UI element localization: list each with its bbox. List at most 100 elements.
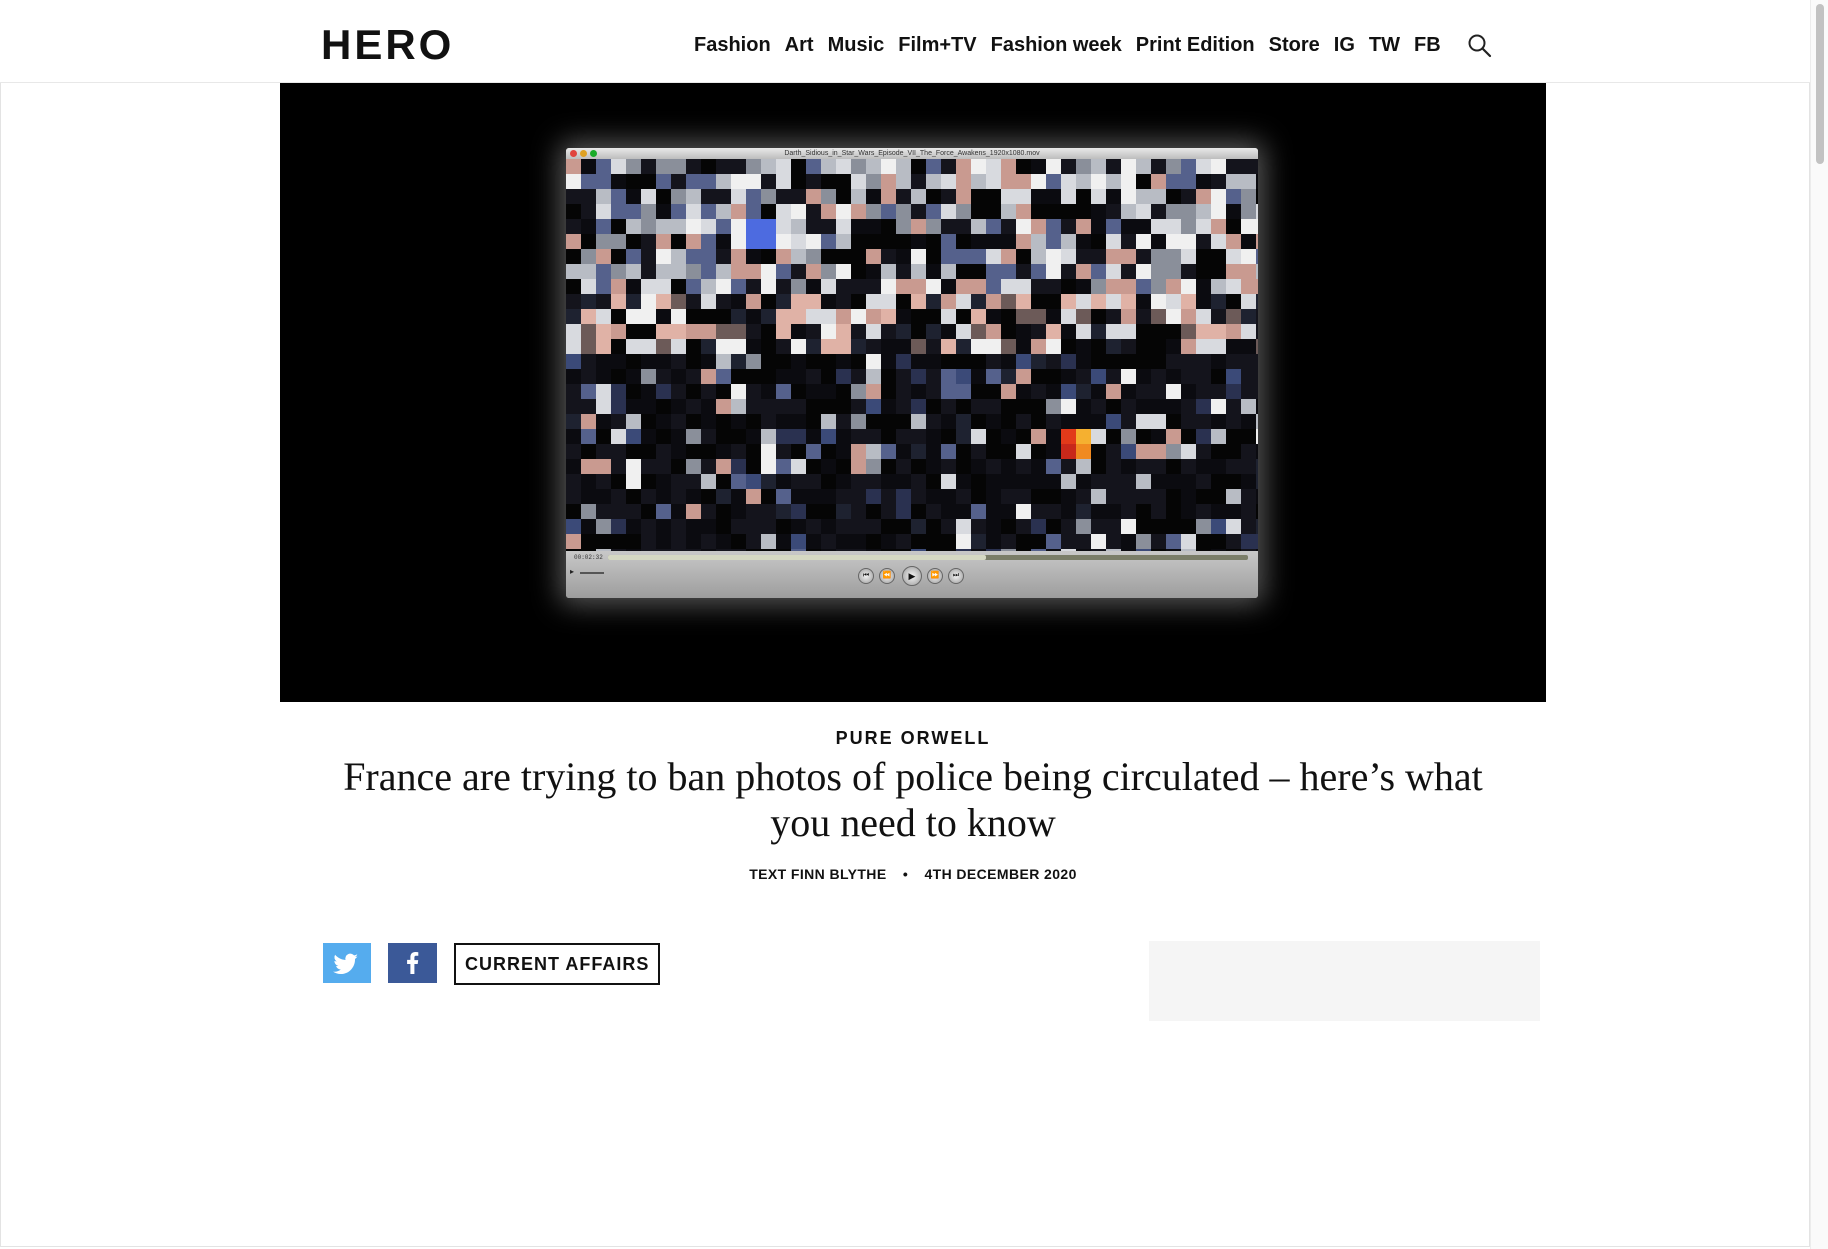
nav-item-film-tv[interactable]: Film+TV xyxy=(898,30,976,60)
mosaic-pixel xyxy=(1076,459,1091,474)
mosaic-pixel xyxy=(986,219,1001,234)
mosaic-pixel xyxy=(1001,204,1016,219)
mosaic-pixel xyxy=(701,489,716,504)
nav-item-art[interactable]: Art xyxy=(785,30,814,60)
mosaic-pixel xyxy=(821,504,836,519)
mosaic-pixel xyxy=(611,369,626,384)
mosaic-pixel xyxy=(971,189,986,204)
nav-item-print-edition[interactable]: Print Edition xyxy=(1136,30,1255,60)
mosaic-pixel xyxy=(641,174,656,189)
mosaic-pixel xyxy=(566,384,581,399)
mosaic-pixel xyxy=(896,189,911,204)
mosaic-pixel xyxy=(701,174,716,189)
mosaic-pixel xyxy=(1076,354,1091,369)
nav-item-music[interactable]: Music xyxy=(828,30,885,60)
mosaic-pixel xyxy=(701,399,716,414)
nav-item-tw[interactable]: TW xyxy=(1369,30,1400,60)
mosaic-pixel xyxy=(641,159,656,174)
mosaic-pixel xyxy=(641,234,656,249)
mosaic-pixel xyxy=(866,279,881,294)
mosaic-pixel xyxy=(641,504,656,519)
mosaic-pixel xyxy=(1091,519,1106,534)
mosaic-pixel xyxy=(1031,294,1046,309)
mosaic-pixel xyxy=(686,384,701,399)
mosaic-pixel xyxy=(1151,324,1166,339)
mosaic-pixel xyxy=(1046,444,1061,459)
mosaic-pixel xyxy=(1211,504,1226,519)
mosaic-pixel xyxy=(1196,459,1211,474)
mosaic-pixel xyxy=(926,264,941,279)
mosaic-pixel xyxy=(821,489,836,504)
mosaic-pixel xyxy=(1211,489,1226,504)
mosaic-pixel xyxy=(941,219,956,234)
mosaic-pixel xyxy=(746,174,761,189)
skip-back-icon: ⏮ xyxy=(858,568,874,584)
mosaic-pixel xyxy=(941,279,956,294)
nav-item-fb[interactable]: FB xyxy=(1414,30,1441,60)
mosaic-pixel xyxy=(1256,504,1258,519)
mosaic-pixel xyxy=(716,234,731,249)
mosaic-pixel xyxy=(926,279,941,294)
facebook-share-button[interactable] xyxy=(388,943,437,983)
mosaic-pixel xyxy=(746,474,761,489)
mosaic-pixel xyxy=(1016,264,1031,279)
article-kicker[interactable]: PURE ORWELL xyxy=(280,728,1546,749)
mosaic-pixel xyxy=(956,189,971,204)
mosaic-pixel xyxy=(701,459,716,474)
mosaic-pixel xyxy=(1151,234,1166,249)
mosaic-pixel xyxy=(596,429,611,444)
mosaic-pixel xyxy=(881,414,896,429)
mosaic-pixel xyxy=(836,324,851,339)
mosaic-pixel xyxy=(1001,354,1016,369)
mosaic-pixel xyxy=(1226,219,1241,234)
mosaic-pixel xyxy=(986,414,1001,429)
mosaic-pixel xyxy=(971,504,986,519)
mosaic-pixel xyxy=(836,429,851,444)
mosaic-pixel xyxy=(986,324,1001,339)
mosaic-pixel xyxy=(851,519,866,534)
mosaic-pixel xyxy=(746,309,761,324)
mosaic-pixel xyxy=(1106,444,1121,459)
mosaic-pixel xyxy=(911,534,926,549)
mosaic-pixel xyxy=(776,384,791,399)
mosaic-pixel xyxy=(1181,399,1196,414)
mosaic-pixel xyxy=(851,399,866,414)
mosaic-pixel xyxy=(896,279,911,294)
mosaic-pixel xyxy=(911,234,926,249)
page-scrollbar[interactable] xyxy=(1810,0,1828,1249)
search-icon[interactable] xyxy=(1467,33,1493,59)
mosaic-pixel xyxy=(1136,429,1151,444)
mosaic-pixel xyxy=(566,489,581,504)
scrollbar-thumb[interactable] xyxy=(1816,4,1824,164)
mosaic-pixel xyxy=(776,399,791,414)
mosaic-pixel xyxy=(941,324,956,339)
nav-item-fashion[interactable]: Fashion xyxy=(694,30,771,60)
mosaic-pixel xyxy=(671,174,686,189)
mosaic-pixel xyxy=(596,504,611,519)
mosaic-pixel xyxy=(776,534,791,549)
mosaic-pixel xyxy=(626,174,641,189)
mosaic-pixel xyxy=(1001,429,1016,444)
mosaic-pixel xyxy=(791,219,806,234)
mosaic-pixel xyxy=(776,249,791,264)
mosaic-pixel xyxy=(971,369,986,384)
mosaic-pixel xyxy=(746,429,761,444)
category-tag[interactable]: CURRENT AFFAIRS xyxy=(454,943,661,985)
mosaic-pixel xyxy=(656,264,671,279)
mosaic-pixel xyxy=(986,504,1001,519)
mosaic-pixel xyxy=(1016,324,1031,339)
mosaic-pixel xyxy=(866,489,881,504)
nav-item-fashion-week[interactable]: Fashion week xyxy=(991,30,1122,60)
mosaic-pixel xyxy=(581,519,596,534)
mosaic-pixel xyxy=(971,414,986,429)
mosaic-pixel xyxy=(776,459,791,474)
mosaic-pixel xyxy=(971,429,986,444)
nav-item-store[interactable]: Store xyxy=(1269,30,1320,60)
mosaic-pixel xyxy=(821,204,836,219)
nav-item-ig[interactable]: IG xyxy=(1334,30,1355,60)
mosaic-pixel xyxy=(656,249,671,264)
twitter-share-button[interactable] xyxy=(323,943,371,983)
mosaic-pixel xyxy=(971,444,986,459)
site-logo[interactable]: HERO xyxy=(321,22,454,68)
byline-author[interactable]: TEXT FINN BLYTHE xyxy=(749,866,886,882)
